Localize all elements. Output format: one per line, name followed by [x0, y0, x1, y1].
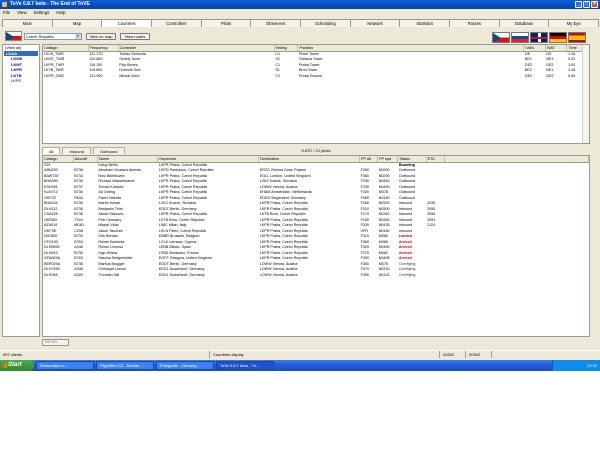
atc-scrollbar[interactable]	[582, 45, 589, 143]
title-bar: ToVe 0.8.7 beta - The End of ToVE _ □ ×	[0, 0, 600, 9]
app-icon	[2, 2, 7, 7]
view-on-map-button[interactable]: View on map	[86, 33, 116, 40]
menu-view[interactable]: View	[17, 9, 26, 17]
status-time-1: 2030Z	[440, 351, 466, 358]
tab-database[interactable]: Database	[498, 19, 550, 27]
taskbar-item[interactable]: FlightSim.CZ - Mozilla ...	[96, 361, 154, 370]
table-cell: Thorsten Nill	[98, 272, 120, 277]
fir-item[interactable]: LKPD	[3, 78, 39, 84]
spanish-flag-icon[interactable]	[568, 32, 586, 43]
menu-help[interactable]: Help	[56, 9, 65, 17]
tab-observers[interactable]: Observers	[250, 19, 302, 27]
atc-table: Callsign Frequency Controller Rating Positio…	[42, 44, 590, 144]
minimize-button[interactable]: _	[575, 1, 582, 8]
menu-file[interactable]: File	[3, 9, 10, 17]
metar-input[interactable]: METAR	[42, 339, 69, 346]
view-routes-button[interactable]: View routes	[120, 33, 150, 40]
traffic-table: Callsign Aircraft Name Departure Destination…	[42, 155, 590, 337]
status-display: Countries display	[210, 351, 440, 358]
tab-statistics[interactable]: Statistics	[399, 19, 451, 27]
tab-routes[interactable]: Routes	[449, 19, 500, 27]
status-bar: 697 clients Countries display 2030Z 2030…	[0, 350, 600, 358]
tab-map[interactable]: Map	[51, 19, 103, 27]
tab-my-eye[interactable]: My Eye	[548, 19, 600, 27]
window-title: ToVe 0.8.7 beta - The End of ToVE	[10, 1, 90, 7]
table-cell: F350	[360, 272, 369, 277]
table-cell: EDDL Dusseldorf, Germany	[158, 272, 205, 277]
table-cell: 121.900	[89, 73, 103, 78]
chevron-down-icon[interactable]: ▼	[75, 34, 81, 39]
table-cell: N0120	[378, 272, 390, 277]
czech-flag-icon	[5, 31, 22, 41]
country-select-value: Czech Republic	[26, 34, 55, 39]
close-button[interactable]: ×	[591, 1, 598, 8]
czech-flag-icon[interactable]	[492, 32, 510, 43]
taskbar-item[interactable]: Fotografie - Obrazky...	[156, 361, 214, 370]
app-window: ToVe 0.8.7 beta - The End of ToVE _ □ × …	[0, 0, 600, 371]
table-cell: Michal Vorel	[119, 73, 140, 78]
table-cell-filler	[444, 273, 588, 279]
clock: 22:32	[586, 363, 597, 368]
status-badge: Overflying	[398, 272, 416, 277]
language-flags	[492, 32, 586, 43]
maximize-button[interactable]: □	[583, 1, 590, 8]
table-cell: DE2	[524, 73, 533, 78]
country-toolbar: Czech Republic ▼ View on map View routes	[2, 30, 598, 43]
uk-flag-icon[interactable]	[530, 32, 548, 43]
tab-all[interactable]: All	[42, 147, 61, 154]
fir-tree-panel: (View all) LKAA LKKB LKMT LKPR LKTB LKPD	[2, 44, 40, 337]
taskbar-item[interactable]: Elaboration to ...	[36, 361, 94, 370]
table-cell: A320	[74, 272, 83, 277]
tab-countries[interactable]: Countries	[101, 19, 153, 27]
windows-taskbar: Start Elaboration to ... FlightSim.CZ - …	[0, 360, 600, 371]
table-cell: C1	[275, 73, 281, 78]
table-row[interactable]: LKPR_GND 121.900 Michal Vorel C1 Praha Groun…	[43, 74, 589, 80]
menu-bar: File View Settings Help	[0, 9, 600, 17]
slovak-flag-icon[interactable]	[511, 32, 529, 43]
tab-network[interactable]: Network	[349, 19, 401, 27]
german-flag-icon[interactable]	[549, 32, 567, 43]
country-select[interactable]: Czech Republic ▼	[24, 33, 82, 40]
window-controls: _ □ ×	[575, 1, 598, 8]
table-cell: LOWW Vienna, Austria	[259, 272, 298, 277]
tab-scheduling[interactable]: Scheduling	[300, 19, 351, 27]
main-tabs: Main Map Countries Controllers Pilots Ob…	[2, 19, 600, 27]
table-cell: Praha Ground	[298, 73, 323, 78]
windows-logo-icon	[2, 363, 7, 368]
tab-inbound[interactable]: Inbound	[62, 147, 91, 154]
table-row[interactable]: DLH768 A320 Thorsten Nill EDDL Dusseldorf, …	[43, 273, 589, 279]
status-time-2: 2030Z	[466, 351, 492, 358]
tab-main[interactable]: Main	[2, 19, 53, 27]
tab-controllers[interactable]: Controllers	[151, 19, 202, 27]
taskbar-item[interactable]: ToVe 0.8.7 beta - Th...	[216, 361, 274, 370]
tab-pilots[interactable]: Pilots	[200, 19, 252, 27]
system-tray: 22:32	[552, 360, 600, 371]
tab-outbound[interactable]: Outbound	[92, 147, 125, 154]
menu-settings[interactable]: Settings	[34, 9, 50, 17]
table-cell: DE2	[546, 73, 554, 78]
status-clients: 697 clients	[0, 351, 210, 358]
start-label: Start	[8, 362, 22, 368]
traffic-tabs: All Inbound Outbound 5 ATC / 21 pilots	[42, 147, 590, 154]
table-cell: LKPR_GND	[44, 73, 64, 78]
start-button[interactable]: Start	[0, 360, 34, 371]
table-cell	[426, 273, 444, 279]
table-cell: DLH768	[44, 272, 58, 277]
